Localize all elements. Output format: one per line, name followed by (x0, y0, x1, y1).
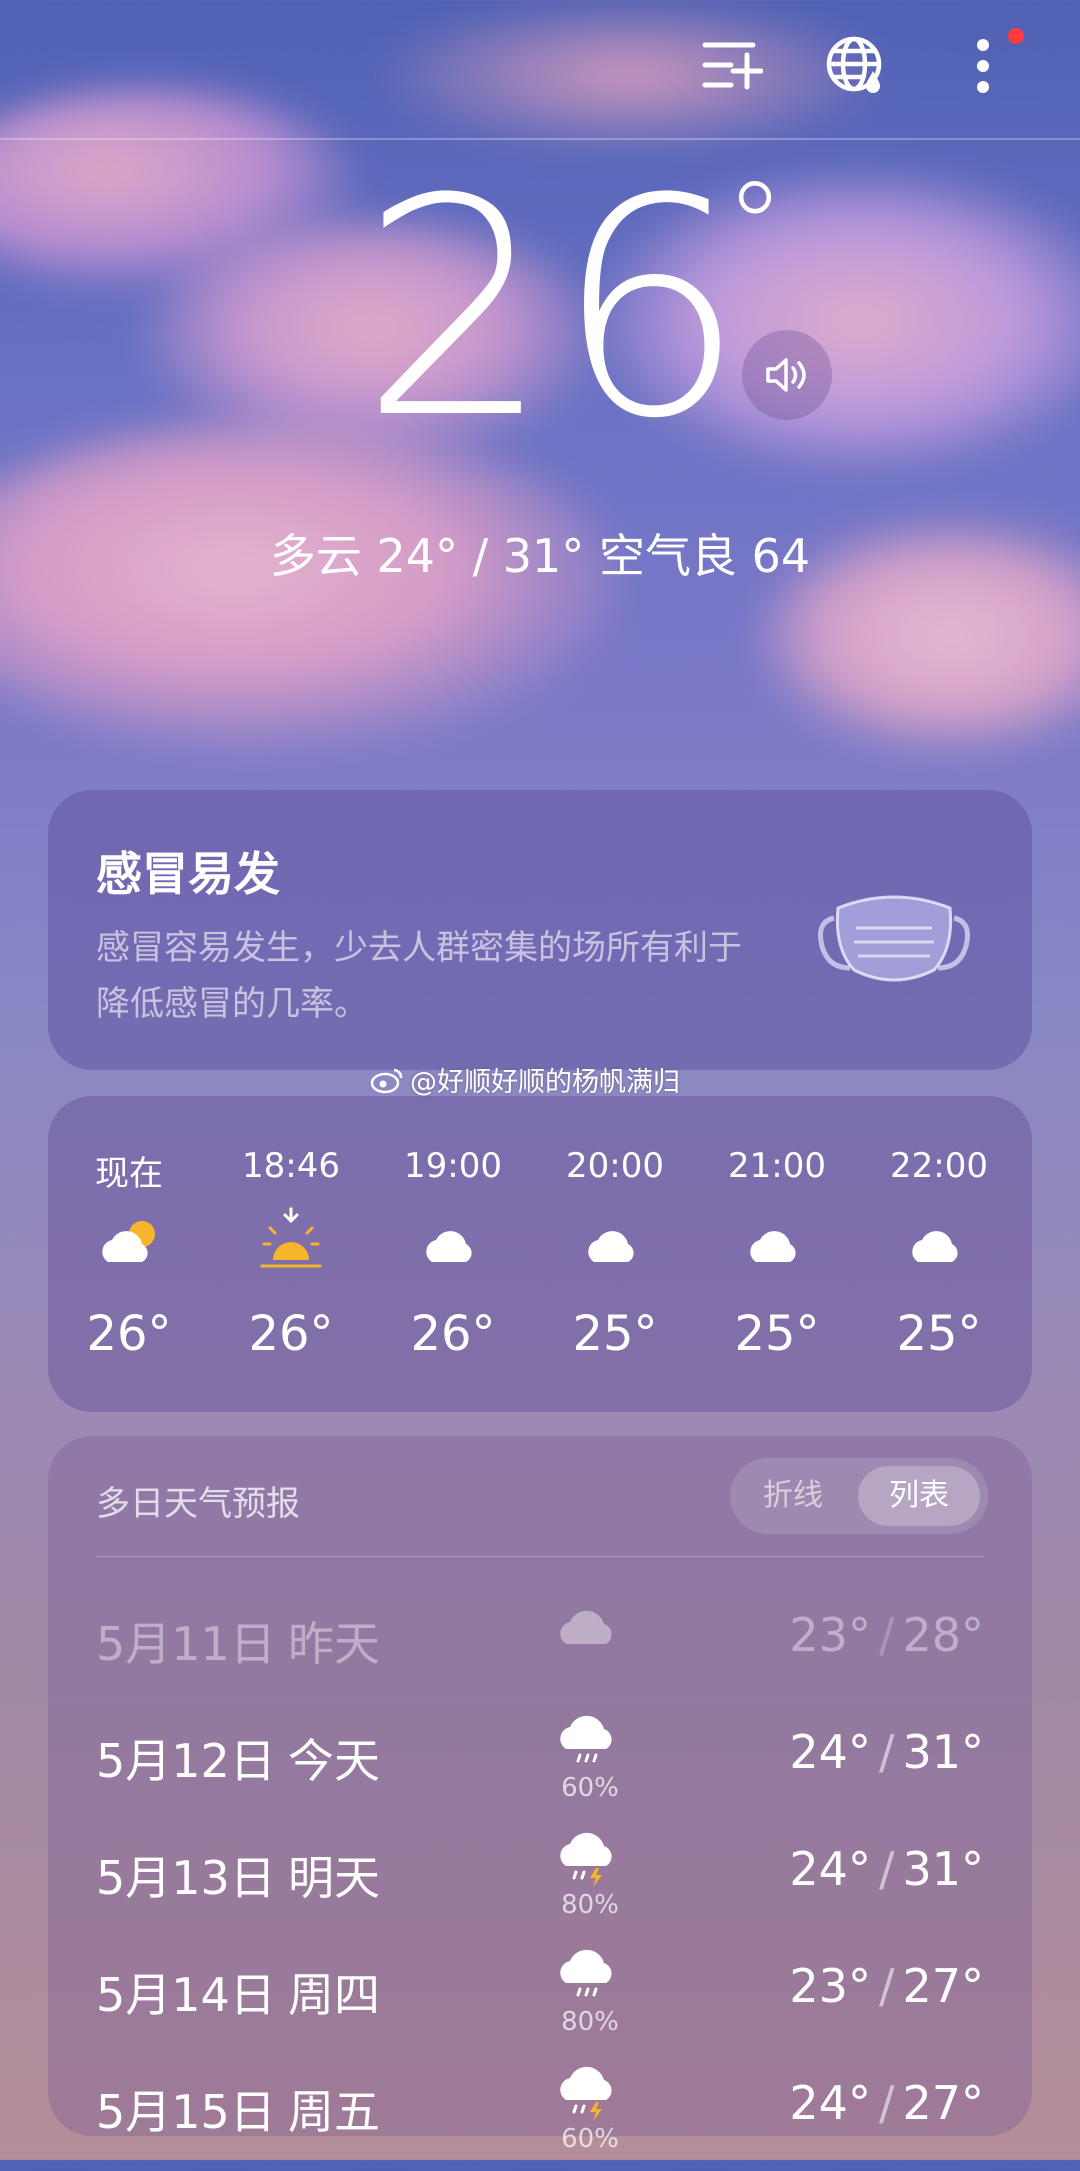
cloudy-moon-icon (750, 1220, 802, 1262)
global-weather-icon[interactable] (824, 34, 888, 98)
weather-summary: 多云 24° / 31° 空气良 64 (269, 529, 811, 583)
day-name: 周四 (288, 1968, 380, 2022)
hour-temp: 26° (248, 1306, 334, 1362)
more-icon[interactable] (966, 36, 1000, 96)
day-high: 27° (902, 1959, 984, 2013)
toggle-list[interactable]: 列表 (858, 1466, 980, 1526)
day-high: 27° (902, 2076, 984, 2130)
cloud-icon (560, 1610, 612, 1644)
mask-icon (814, 878, 974, 992)
rain-icon (560, 1949, 612, 1997)
day-low: 24° (789, 2076, 871, 2130)
hour-item[interactable]: 现在 26° (48, 1096, 210, 1412)
hour-temp: 25° (572, 1306, 658, 1362)
daily-forecast-title: 多日天气预报 (96, 1484, 300, 1524)
day-date: 5月11日 (96, 1617, 276, 1671)
day-high: 31° (902, 1842, 984, 1896)
precip-probability: 60% (561, 1773, 619, 1803)
hour-item[interactable]: 20:00 25° (534, 1096, 696, 1412)
cloudy-moon-icon (426, 1220, 478, 1262)
hour-temp: 26° (410, 1306, 496, 1362)
day-row[interactable]: 5月13日 明天 80% 24°/31° (48, 1820, 1032, 1937)
tip-title: 感冒易发 (96, 847, 280, 901)
day-temps: 23°/28° (789, 1608, 984, 1662)
current-temperature: 26 (360, 135, 750, 484)
precip-probability: 80% (561, 2007, 619, 2037)
day-high: 31° (902, 1725, 984, 1779)
hourly-forecast-card[interactable]: 现在 26° 18:46 26° 19:00 26° 20:00 25° 21:… (48, 1096, 1032, 1412)
day-row[interactable]: 5月14日 周四 80% 23°/27° (48, 1937, 1032, 2054)
day-high: 28° (902, 1608, 984, 1662)
thunder-rain-icon (560, 2066, 612, 2121)
cloudy-moon-icon (588, 1220, 640, 1262)
toggle-line-chart[interactable]: 折线 (738, 1466, 848, 1526)
day-low: 23° (789, 1959, 871, 2013)
speaker-icon (766, 358, 806, 392)
day-row[interactable]: 5月15日 周五 60% 24°/27° (48, 2054, 1032, 2171)
daily-forecast-card[interactable]: 多日天气预报 折线 列表 5月11日 昨天 23°/28° 5月12日 今天 6… (48, 1436, 1032, 2154)
tip-text: 感冒容易发生，少去人群密集的场所有利于降低感冒的几率。 (96, 928, 742, 1024)
notification-badge (1008, 28, 1024, 44)
cloudy-moon-icon (912, 1220, 964, 1262)
speaker-button[interactable] (742, 330, 832, 420)
day-temps: 24°/31° (789, 1725, 984, 1779)
day-temps: 24°/31° (789, 1842, 984, 1896)
day-date: 5月15日 (96, 2085, 276, 2139)
day-name: 明天 (288, 1851, 380, 1905)
sunset-icon (260, 1206, 322, 1268)
day-temps: 23°/27° (789, 1959, 984, 2013)
day-name: 昨天 (288, 1617, 380, 1671)
hour-temp: 25° (896, 1306, 982, 1362)
hour-temp: 25° (734, 1306, 820, 1362)
day-name: 今天 (288, 1734, 380, 1788)
hour-item[interactable]: 21:00 25° (696, 1096, 858, 1412)
day-date: 5月13日 (96, 1851, 276, 1905)
weibo-icon (370, 1068, 403, 1093)
day-low: 24° (789, 1842, 871, 1896)
cloudy-sun-icon (102, 1221, 155, 1262)
hour-time: 19:00 (404, 1146, 502, 1186)
hour-item[interactable]: 18:46 26° (210, 1096, 372, 1412)
rain-icon (560, 1715, 612, 1763)
day-date: 5月12日 (96, 1734, 276, 1788)
view-toggle[interactable]: 折线 列表 (730, 1458, 988, 1534)
hour-temp: 26° (86, 1306, 172, 1362)
hour-time: 18:46 (242, 1146, 340, 1186)
precip-probability: 80% (561, 1890, 619, 1920)
day-low: 24° (789, 1725, 871, 1779)
degree-symbol: ° (725, 158, 785, 297)
hour-time: 21:00 (728, 1146, 826, 1186)
hour-item[interactable]: 19:00 26° (372, 1096, 534, 1412)
day-row[interactable]: 5月12日 今天 60% 24°/31° (48, 1703, 1032, 1820)
divider (96, 1556, 984, 1557)
day-name: 周五 (288, 2085, 380, 2139)
day-row[interactable]: 5月11日 昨天 23°/28° (48, 1586, 1032, 1703)
watermark: @好顺好顺的杨帆满归 (370, 1060, 680, 1099)
day-low: 23° (789, 1608, 871, 1662)
add-city-icon[interactable] (698, 36, 766, 94)
hour-time: 现在 (95, 1154, 163, 1194)
day-date: 5月14日 (96, 1968, 276, 2022)
hour-time: 22:00 (890, 1146, 988, 1186)
thunder-rain-icon (560, 1832, 612, 1887)
hour-time: 20:00 (566, 1146, 664, 1186)
precip-probability: 60% (561, 2124, 619, 2154)
health-tip-card[interactable]: 感冒易发 感冒容易发生，少去人群密集的场所有利于降低感冒的几率。 (48, 790, 1032, 1070)
day-temps: 24°/27° (789, 2076, 984, 2130)
hour-item[interactable]: 22:00 25° (858, 1096, 1020, 1412)
watermark-text: @好顺好顺的杨帆满归 (410, 1067, 680, 1098)
